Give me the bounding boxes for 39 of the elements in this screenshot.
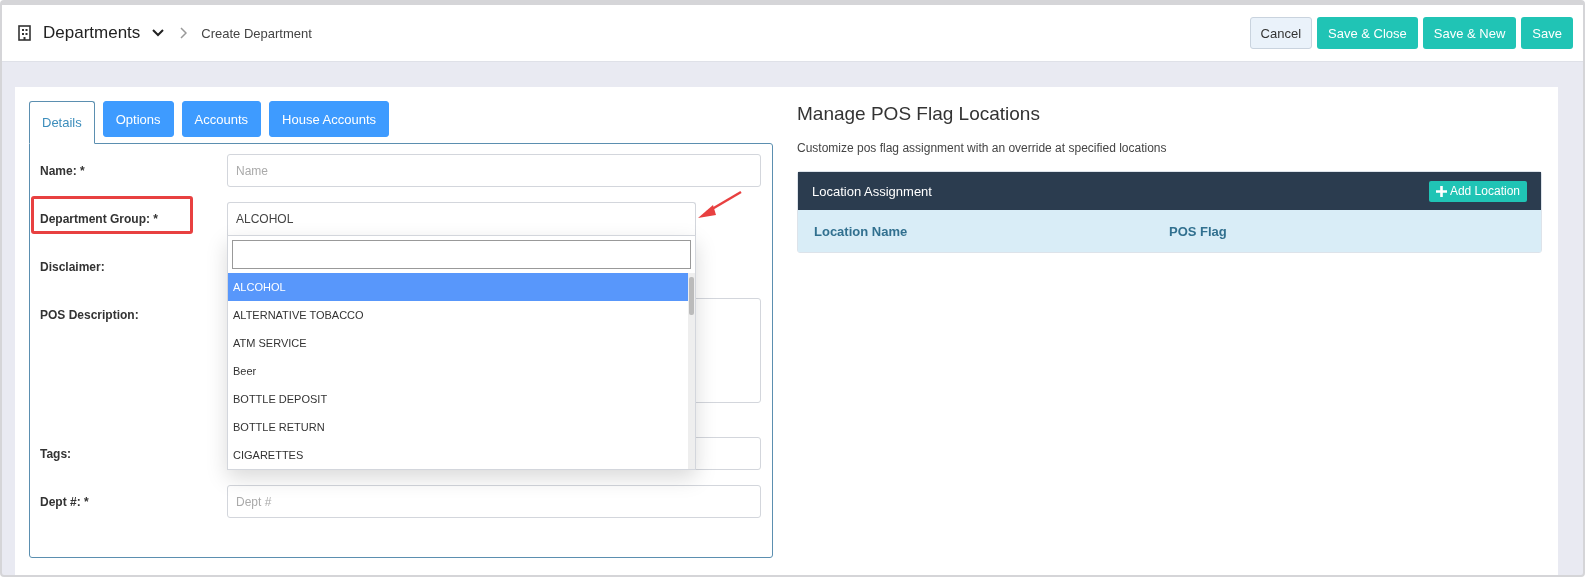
- tab[interactable]: Accounts: [181, 101, 262, 137]
- search-field[interactable]: [232, 240, 691, 269]
- field-label: Department Group: *: [40, 211, 158, 226]
- section-title: Manage POS Flag Locations: [797, 102, 1041, 125]
- dropdown-option[interactable]: BOTTLE DEPOSIT: [228, 385, 688, 413]
- dropdown-option[interactable]: ALTERNATIVE TOBACCO: [228, 301, 688, 329]
- panel-title: Location Assignment: [812, 183, 932, 199]
- save-button[interactable]: Save: [1521, 17, 1573, 49]
- add-location-button[interactable]: Add Location: [1428, 180, 1527, 202]
- page-title: Departments: [43, 23, 141, 43]
- chevron-right-icon: [180, 27, 188, 39]
- scrollbar[interactable]: [688, 273, 695, 469]
- dropdown-option[interactable]: ALCOHOL: [228, 273, 688, 301]
- save-button[interactable]: Save & Close: [1317, 17, 1418, 49]
- breadcrumb: Create Department: [201, 25, 312, 41]
- section-subtitle: Customize pos flag assignment with an override at specified locations: [797, 141, 1168, 155]
- field-label: Tags:: [40, 446, 72, 461]
- dropdown-option[interactable]: Beer: [228, 357, 688, 385]
- tab[interactable]: House Accounts: [269, 101, 389, 137]
- field-label: POS Description:: [40, 307, 139, 322]
- arrow-annotation: [697, 190, 743, 220]
- building-icon: [18, 25, 31, 41]
- dropdown-option[interactable]: CIGARETTES: [228, 441, 688, 469]
- tab[interactable]: Details: [29, 101, 95, 144]
- input-field[interactable]: Dept #: [227, 485, 761, 518]
- select-field[interactable]: ALCOHOL: [227, 202, 696, 235]
- cancel-button[interactable]: Cancel: [1249, 17, 1313, 49]
- plus-icon: [1435, 185, 1447, 197]
- dropdown-option[interactable]: ATM SERVICE: [228, 329, 688, 357]
- column-header: POS Flag: [1169, 223, 1228, 239]
- dropdown-option[interactable]: BOTTLE RETURN: [228, 413, 688, 441]
- column-header: Location Name: [814, 223, 909, 239]
- field-label: Disclaimer:: [40, 259, 105, 274]
- field-label: Dept #: *: [40, 494, 89, 509]
- save-button[interactable]: Save & New: [1422, 17, 1517, 49]
- input-field[interactable]: Name: [227, 154, 761, 187]
- field-label: Name: *: [40, 163, 85, 178]
- tab[interactable]: Options: [102, 101, 174, 137]
- chevron-down-icon[interactable]: [152, 29, 165, 37]
